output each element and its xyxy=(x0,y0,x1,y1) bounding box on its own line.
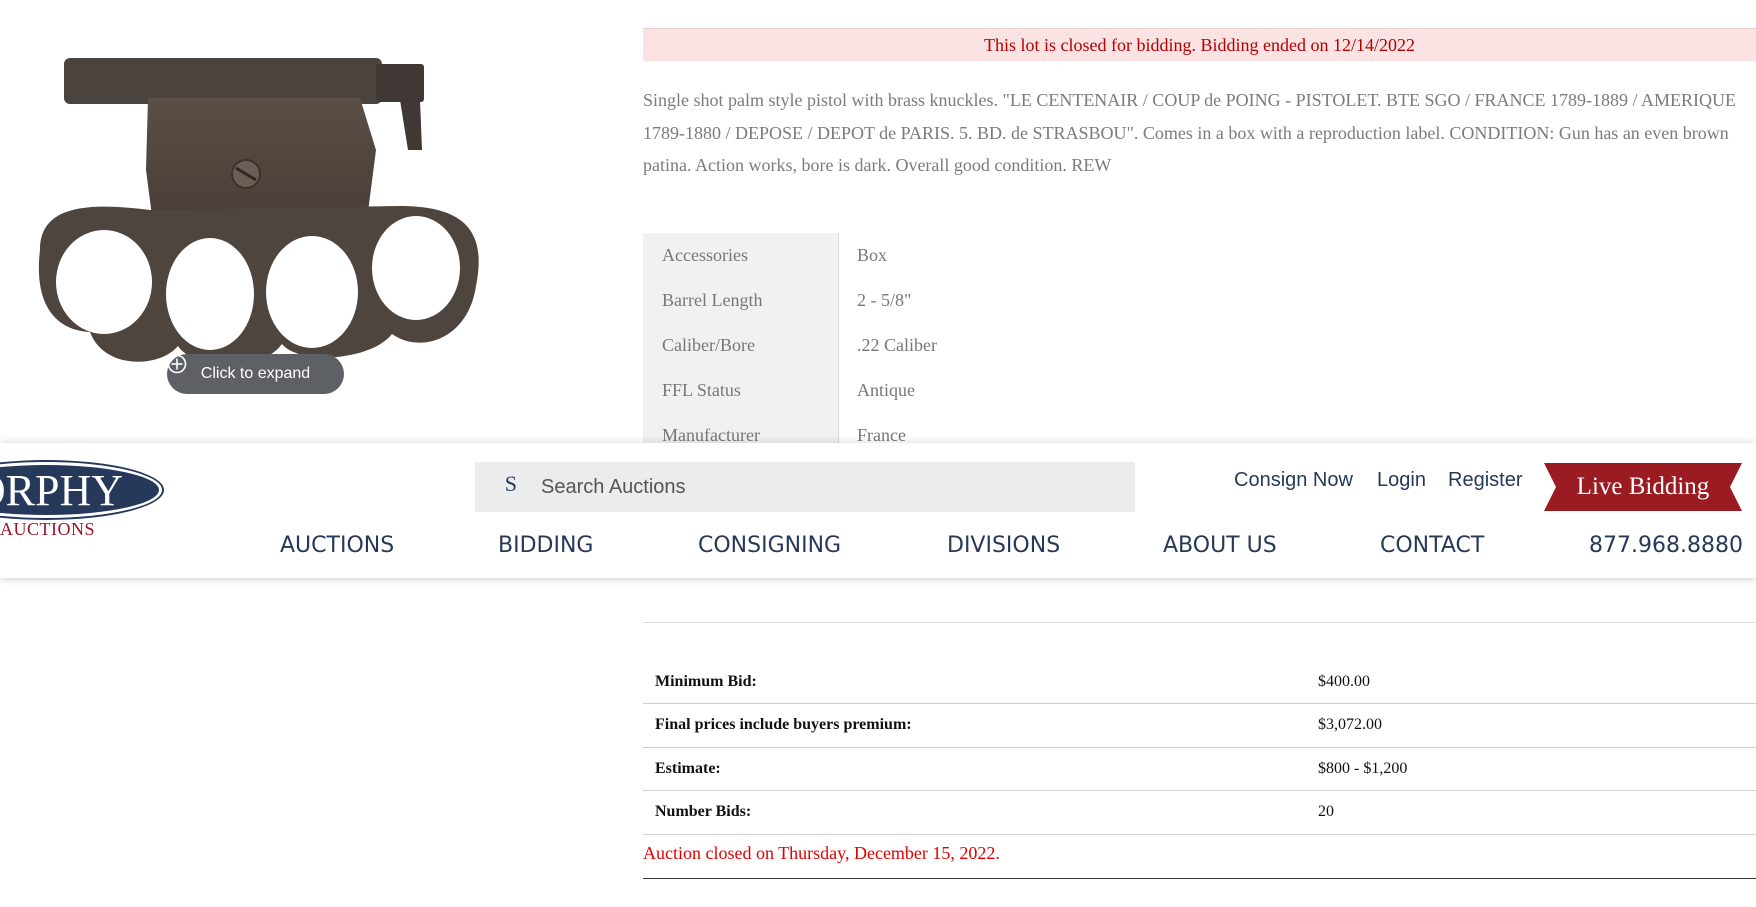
bid-value: $800 - $1,200 xyxy=(1318,759,1408,777)
divider xyxy=(643,622,1756,623)
bid-row: Number Bids: 20 xyxy=(643,791,1756,834)
bid-row: Minimum Bid: $400.00 xyxy=(643,660,1756,704)
live-bidding-label: Live Bidding xyxy=(1576,473,1710,500)
nav-divisions[interactable]: DIVISIONS xyxy=(947,533,1060,558)
product-image[interactable]: Click to expand xyxy=(0,0,520,400)
site-logo[interactable]: ORPHY xyxy=(0,460,164,520)
click-to-expand-button[interactable]: Click to expand xyxy=(167,354,344,394)
login-link[interactable]: Login xyxy=(1377,469,1426,492)
spec-label: Barrel Length xyxy=(643,278,839,323)
expand-label: Click to expand xyxy=(200,365,311,382)
site-header: ORPHY AUCTIONS S Consign Now Login Regis… xyxy=(0,443,1756,578)
nav-phone-number[interactable]: 877.968.8880 xyxy=(1589,533,1743,558)
nav-contact[interactable]: CONTACT xyxy=(1380,533,1484,558)
bid-value: 20 xyxy=(1318,803,1334,821)
bid-label: Estimate: xyxy=(655,759,721,777)
bid-label: Number Bids: xyxy=(655,803,752,821)
logo-text: ORPHY xyxy=(0,465,123,515)
pistol-knuckles-image xyxy=(38,58,479,366)
nav-consigning[interactable]: CONSIGNING xyxy=(698,533,841,558)
spec-value: 2 - 5/8" xyxy=(857,290,912,310)
lot-specs-table: Accessories Box Barrel Length 2 - 5/8" C… xyxy=(643,233,1756,458)
bid-label: Minimum Bid: xyxy=(655,672,757,690)
search-input[interactable] xyxy=(539,474,1103,500)
live-bidding-button[interactable]: Live Bidding xyxy=(1544,463,1742,511)
bid-row: Estimate: $800 - $1,200 xyxy=(643,747,1756,791)
spec-value: Antique xyxy=(857,380,915,400)
search-icon[interactable]: S xyxy=(475,471,517,497)
spec-value: .22 Caliber xyxy=(857,335,937,355)
spec-row: Barrel Length 2 - 5/8" xyxy=(643,278,1756,323)
search-bar[interactable]: S xyxy=(475,462,1135,512)
bid-row: Final prices include buyers premium: $3,… xyxy=(643,704,1756,747)
nav-bidding[interactable]: BIDDING xyxy=(498,533,593,558)
lot-description: Single shot palm style pistol with brass… xyxy=(643,90,1736,175)
nav-auctions[interactable]: AUCTIONS xyxy=(280,533,394,558)
bid-value: $3,072.00 xyxy=(1318,716,1382,734)
consign-now-link[interactable]: Consign Now xyxy=(1234,469,1353,492)
divider xyxy=(643,878,1756,879)
spec-value: Box xyxy=(857,245,888,265)
register-link[interactable]: Register xyxy=(1448,469,1522,492)
main-nav: AUCTIONS BIDDING CONSIGNING DIVISIONS AB… xyxy=(0,533,1756,573)
auction-closed-note: Auction closed on Thursday, December 15,… xyxy=(643,843,1000,863)
lot-closed-banner: This lot is closed for bidding. Bidding … xyxy=(643,28,1756,61)
spec-label: FFL Status xyxy=(643,368,839,413)
lot-closed-text: This lot is closed for bidding. Bidding … xyxy=(984,34,1415,55)
spec-label: Caliber/Bore xyxy=(643,323,839,368)
expand-plus-icon xyxy=(167,354,187,374)
bid-value: $400.00 xyxy=(1318,672,1370,690)
bid-label: Final prices include buyers premium: xyxy=(655,716,912,734)
nav-about-us[interactable]: ABOUT US xyxy=(1163,533,1277,558)
spec-row: FFL Status Antique xyxy=(643,368,1756,413)
bid-info-table: Minimum Bid: $400.00 Final prices includ… xyxy=(643,660,1756,835)
spec-row: Accessories Box xyxy=(643,233,1756,278)
spec-row: Caliber/Bore .22 Caliber xyxy=(643,323,1756,368)
spec-label: Accessories xyxy=(643,233,839,278)
